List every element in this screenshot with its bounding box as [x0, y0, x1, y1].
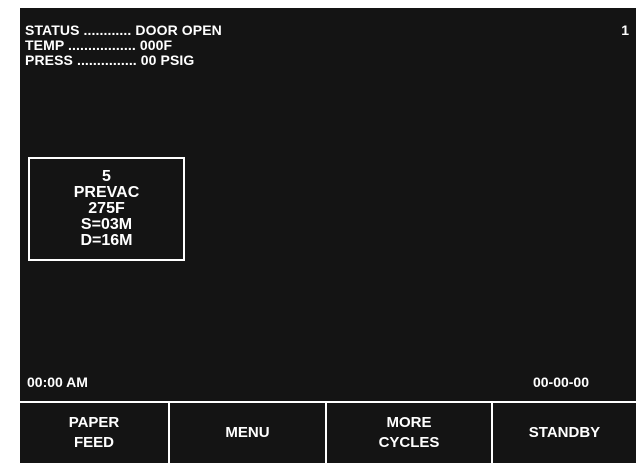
clock-date: 00-00-00 [532, 374, 589, 390]
more-cycles-button[interactable]: MORE CYCLES [327, 403, 493, 463]
cycle-selection-box[interactable]: 5 PREVAC 275F S=03M D=16M [28, 157, 185, 261]
status-readout: STATUS ............ DOOR OPEN [25, 22, 222, 38]
cycle-sterilize-time: S=03M [80, 216, 133, 233]
paper-feed-button[interactable]: PAPER FEED [20, 403, 170, 463]
display-screen: STATUS ............ DOOR OPEN TEMP .....… [20, 8, 636, 463]
softkey-bar: PAPER FEED MENU MORE CYCLES STANDBY [20, 401, 636, 463]
cycle-name: PREVAC [73, 184, 140, 201]
menu-button[interactable]: MENU [170, 403, 327, 463]
cycle-temperature: 275F [88, 200, 125, 217]
temperature-readout: TEMP ................. 000F [25, 37, 173, 53]
standby-button[interactable]: STANDBY [493, 403, 636, 463]
cycle-number: 5 [102, 168, 111, 185]
page-number: 1 [621, 22, 629, 38]
clock-time: 00:00 AM [27, 374, 88, 390]
pressure-readout: PRESS ............... 00 PSIG [25, 52, 195, 68]
cycle-dry-time: D=16M [80, 232, 133, 249]
